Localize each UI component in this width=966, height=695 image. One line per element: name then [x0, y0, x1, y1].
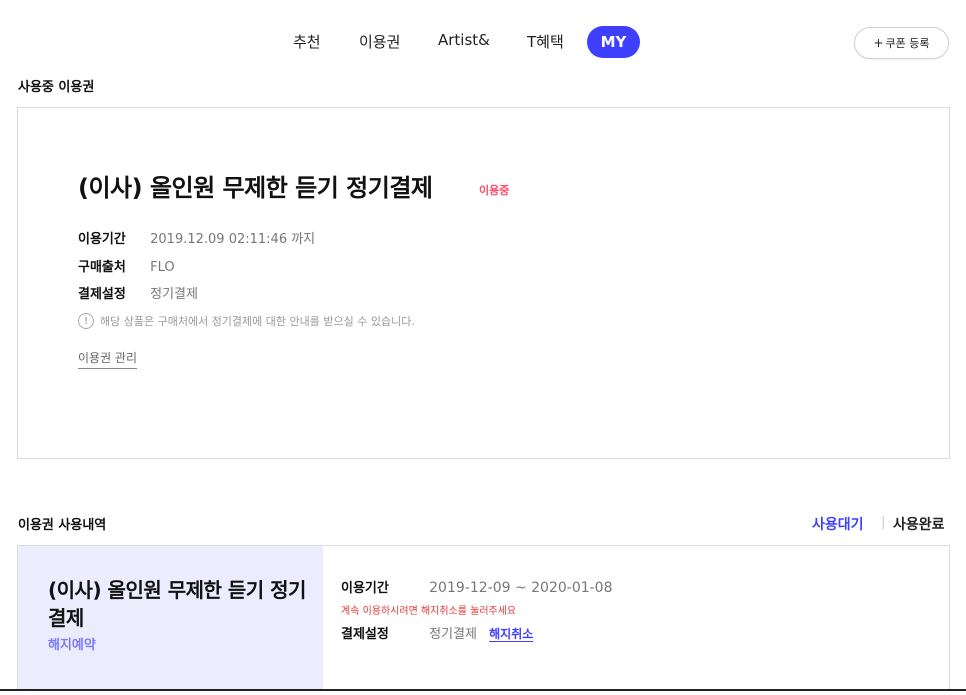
history-tabs: 사용대기 | 사용완료 — [0, 514, 966, 534]
cancellation-reserved-badge: 해지예약 — [48, 638, 96, 653]
current-voucher-card: (이사) 올인원 무제한 듣기 정기결제 이용중 이용기간 2019.12.09… — [17, 107, 950, 459]
history-period-row: 이용기간 2019-12-09 ~ 2020-01-08 — [341, 577, 613, 596]
history-payment-value: 정기결제 — [429, 627, 477, 642]
tab-divider: | — [881, 515, 886, 530]
nav-tab-voucher[interactable]: 이용권 — [359, 31, 400, 52]
nav-tab-artist[interactable]: Artist& — [438, 31, 490, 49]
history-payment-label: 결제설정 — [341, 627, 389, 642]
info-icon: ! — [78, 313, 94, 329]
purchase-row: 구매출처 FLO — [78, 256, 175, 275]
history-period-label: 이용기간 — [341, 581, 389, 596]
status-badge: 이용중 — [479, 184, 510, 197]
notice-text: 해당 상품은 구매처에서 정기결제에 대한 안내를 받으실 수 있습니다. — [100, 315, 415, 328]
payment-row: 결제설정 정기결제 — [78, 283, 198, 302]
coupon-register-button[interactable]: + 쿠폰 등록 — [854, 27, 949, 59]
history-payment-row: 결제설정 정기결제 해지취소 — [341, 623, 534, 642]
period-row: 이용기간 2019.12.09 02:11:46 까지 — [78, 228, 315, 247]
history-period-value: 2019-12-09 ~ 2020-01-08 — [429, 580, 613, 596]
tab-completed[interactable]: 사용완료 — [893, 514, 945, 534]
page-bottom-border — [0, 689, 966, 695]
undo-cancellation-link[interactable]: 해지취소 — [489, 627, 534, 642]
payment-label: 결제설정 — [78, 287, 126, 302]
purchase-label: 구매출처 — [78, 260, 126, 275]
period-label: 이용기간 — [78, 232, 126, 247]
nav-tab-t-benefit[interactable]: T혜택 — [527, 31, 564, 52]
nav-tab-my[interactable]: MY — [587, 26, 640, 58]
current-voucher-heading: 사용중 이용권 — [18, 80, 95, 95]
cancel-warning-text: 계속 이용하시려면 해지취소를 눌러주세요 — [341, 606, 517, 617]
plan-title: (이사) 올인원 무제한 듣기 정기결제 — [78, 174, 433, 202]
period-value: 2019.12.09 02:11:46 까지 — [150, 232, 316, 247]
notice: ! 해당 상품은 구매처에서 정기결제에 대한 안내를 받으실 수 있습니다. — [78, 313, 415, 329]
voucher-manage-link[interactable]: 이용권 관리 — [78, 349, 138, 369]
tab-pending[interactable]: 사용대기 — [812, 514, 864, 534]
history-card: (이사) 올인원 무제한 듣기 정기결제 해지예약 이용기간 2019-12-0… — [17, 545, 950, 690]
history-plan-title: (이사) 올인원 무제한 듣기 정기결제 — [48, 578, 306, 630]
nav-tab-recommend[interactable]: 추천 — [293, 31, 321, 52]
payment-value: 정기결제 — [150, 287, 198, 302]
purchase-value: FLO — [150, 260, 175, 275]
history-plan-panel: (이사) 올인원 무제한 듣기 정기결제 해지예약 — [18, 546, 323, 689]
coupon-register-label: 쿠폰 등록 — [885, 37, 930, 50]
top-navigation: 추천 이용권 Artist& T혜택 MY + 쿠폰 등록 — [0, 26, 966, 60]
plus-icon: + — [873, 36, 884, 50]
